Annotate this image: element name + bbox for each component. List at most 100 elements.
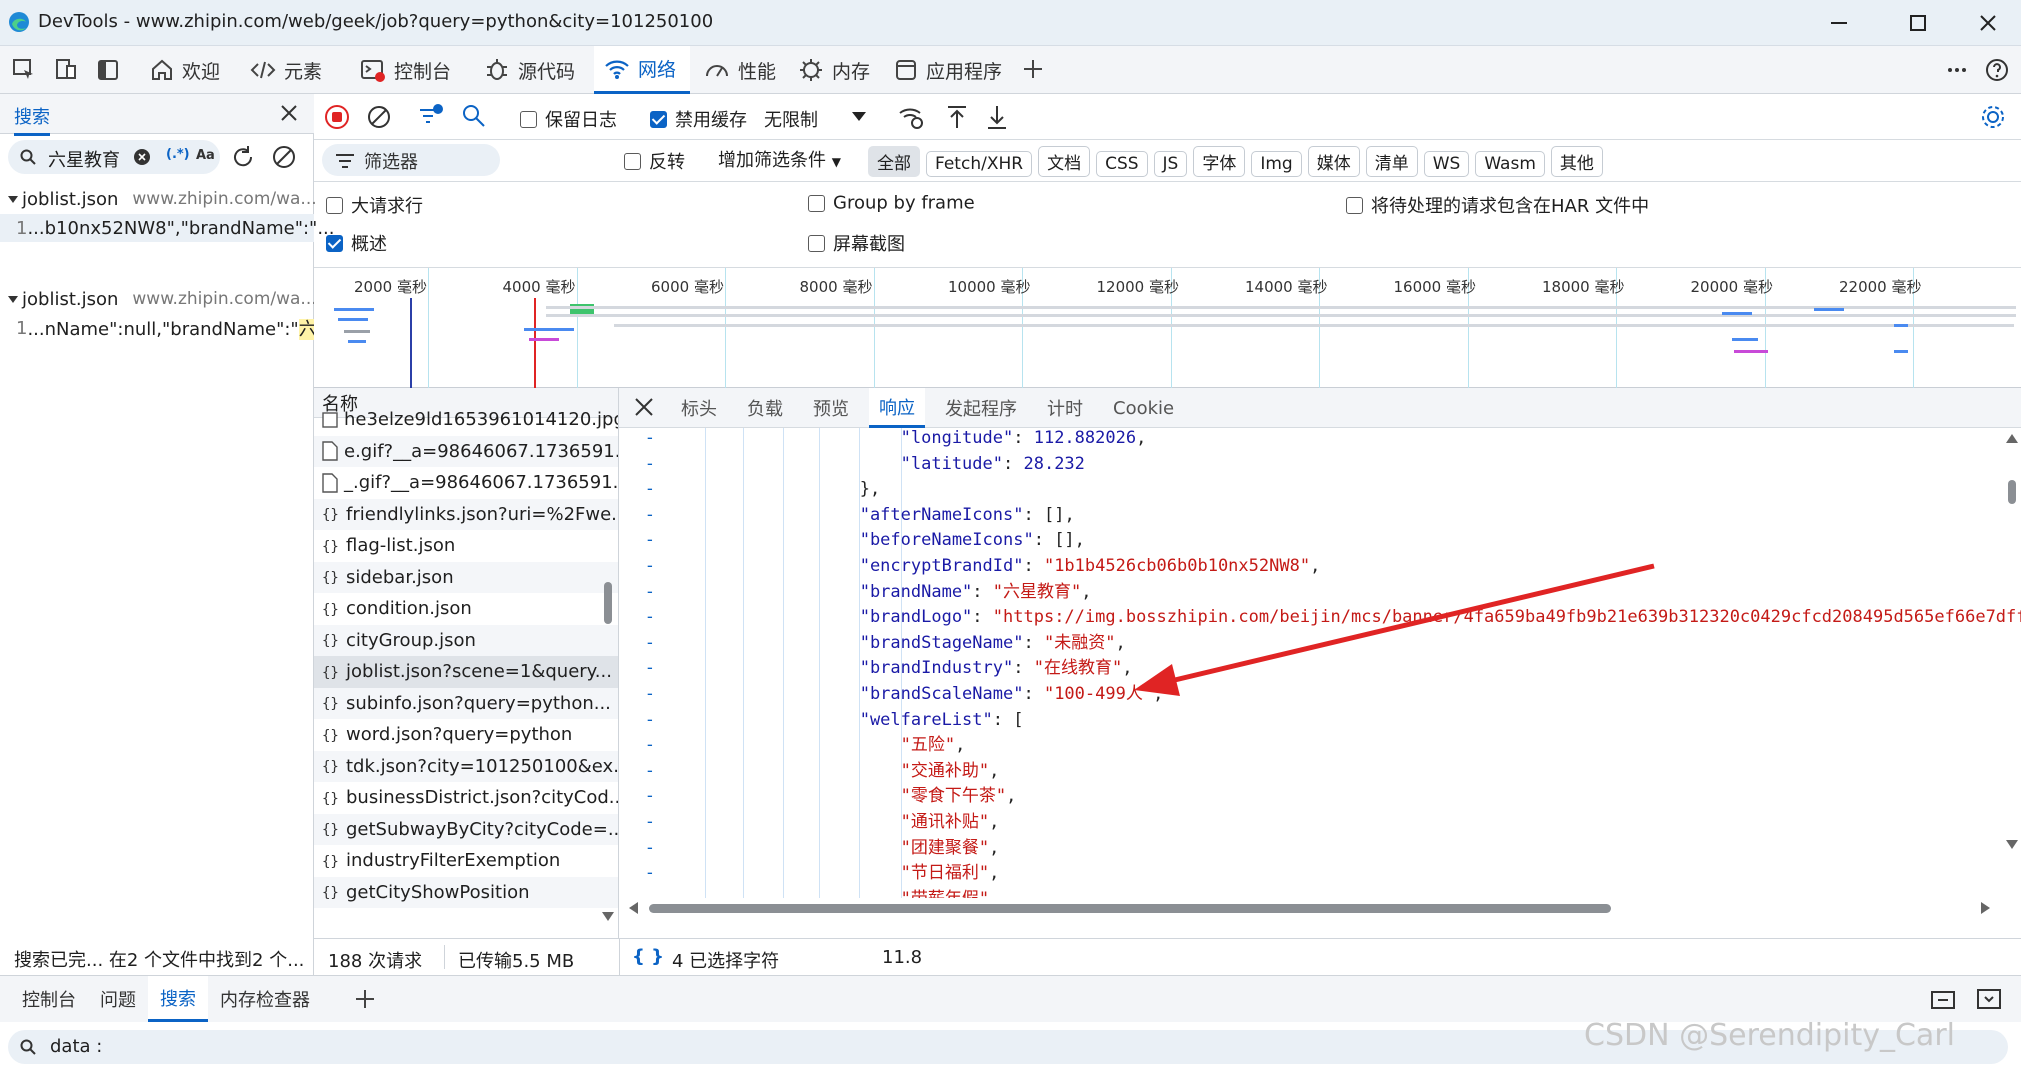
har-pending-checkbox[interactable]: 将待处理的请求包含在HAR 文件中: [1346, 192, 1649, 218]
detail-tab-3[interactable]: 响应: [869, 388, 925, 428]
request-row[interactable]: {} businessDistrict.json?cityCod...: [314, 782, 618, 814]
request-row[interactable]: {} condition.json: [314, 593, 618, 625]
close-window-button[interactable]: [1952, 0, 2021, 46]
tab-sources[interactable]: 源代码: [474, 46, 585, 94]
tab-welcome[interactable]: 欢迎: [140, 46, 230, 94]
search-network-icon[interactable]: [462, 104, 486, 128]
preserve-log-checkbox[interactable]: 保留日志: [520, 106, 617, 132]
filter-type-js[interactable]: JS: [1153, 151, 1188, 177]
tab-console[interactable]: 控制台: [350, 46, 461, 94]
request-row[interactable]: {} getCityShowPosition: [314, 876, 618, 908]
regex-toggle[interactable]: (.*): [166, 147, 190, 162]
big-request-rows-checkbox[interactable]: 大请求行: [326, 192, 423, 218]
tab-performance[interactable]: 性能: [694, 46, 786, 94]
pretty-print-button[interactable]: { }: [632, 946, 664, 967]
response-horizontal-scrollbar[interactable]: [629, 900, 1999, 916]
filter-type-fetch-xhr[interactable]: Fetch/XHR: [926, 151, 1033, 177]
clear-results-icon[interactable]: [271, 144, 297, 170]
request-row[interactable]: {} flag-list.json: [314, 530, 618, 562]
filter-input[interactable]: 筛选器: [322, 144, 500, 176]
request-row[interactable]: {} getSubwayByCity?cityCode=...: [314, 813, 618, 845]
overview-checkbox[interactable]: 概述: [326, 230, 387, 256]
filter-type--[interactable]: 其他: [1550, 146, 1603, 177]
filter-type--[interactable]: 全部: [868, 146, 920, 177]
record-stop-icon[interactable]: [324, 104, 350, 130]
maximize-button[interactable]: [1882, 0, 1954, 46]
help-icon[interactable]: [1985, 58, 2009, 82]
tab-elements[interactable]: 元素: [240, 46, 332, 94]
detail-tab-6[interactable]: Cookie: [1103, 388, 1184, 428]
undock-drawer-icon[interactable]: [1930, 988, 1956, 1010]
dock-side-icon[interactable]: [96, 58, 120, 82]
filter-type-img[interactable]: Img: [1251, 151, 1302, 177]
scroll-down-arrow-icon[interactable]: [602, 912, 614, 922]
clear-log-icon[interactable]: [366, 104, 392, 130]
drawer-tab[interactable]: 控制台: [10, 976, 88, 1022]
refresh-search-icon[interactable]: [230, 144, 256, 170]
network-settings-gear-icon[interactable]: [1980, 104, 2006, 130]
timeline-overview[interactable]: 2000 毫秒 4000 毫秒 6000 毫秒 8000 毫秒 10000 毫秒 1200…: [314, 268, 2021, 388]
case-sensitive-toggle[interactable]: Aa: [196, 148, 215, 163]
throttling-select[interactable]: 无限制: [764, 106, 818, 132]
tab-network[interactable]: 网络: [594, 46, 690, 94]
request-row[interactable]: {} cityGroup.json: [314, 624, 618, 656]
response-scrollbar[interactable]: [2003, 430, 2021, 860]
request-row[interactable]: {} friendlylinks.json?uri=%2Fwe...: [314, 498, 618, 530]
drawer-tab[interactable]: 问题: [88, 976, 148, 1022]
tab-memory[interactable]: 内存: [788, 46, 880, 94]
group-by-frame-checkbox[interactable]: Group by frame: [808, 192, 975, 214]
add-drawer-tab-plus-icon[interactable]: [354, 988, 376, 1010]
result-match-1[interactable]: 1 ...b10nx52NW8","brandName":"...: [0, 214, 335, 242]
filter-type-wasm[interactable]: Wasm: [1475, 151, 1545, 177]
close-drawer-icon[interactable]: [1976, 988, 2002, 1010]
drawer-tab[interactable]: 搜索: [148, 976, 208, 1022]
filter-type-ws[interactable]: WS: [1423, 151, 1470, 177]
minimize-button[interactable]: [1803, 0, 1875, 46]
more-filters-dropdown[interactable]: 增加筛选条件 ▼: [718, 146, 841, 172]
detail-tab-2[interactable]: 预览: [803, 388, 859, 428]
search-query-input[interactable]: 六星教育: [48, 146, 120, 172]
tab-application[interactable]: 应用程序: [884, 46, 1012, 94]
request-list-scrollbar[interactable]: [599, 418, 617, 930]
request-row[interactable]: {} sidebar.json: [314, 561, 618, 593]
search-panel-tab[interactable]: 搜索: [14, 103, 50, 136]
result-match-2[interactable]: 1 ...nName":null,"brandName":"六...: [0, 314, 334, 342]
inspect-element-icon[interactable]: [12, 58, 36, 82]
filter-type--[interactable]: 字体: [1193, 146, 1246, 177]
chevron-down-icon[interactable]: [852, 112, 866, 122]
request-row[interactable]: {} joblist.json?scene=1&query...: [314, 656, 618, 688]
more-tabs-plus-icon[interactable]: [1022, 58, 1044, 80]
close-search-panel-icon[interactable]: [280, 104, 298, 122]
export-har-icon[interactable]: [986, 104, 1008, 130]
request-row[interactable]: he3elze9ld1653961014120.jpg: [314, 404, 618, 436]
detail-tab-5[interactable]: 计时: [1037, 388, 1093, 428]
request-row[interactable]: _.gif?__a=98646067.1736591...: [314, 467, 618, 499]
device-toolbar-icon[interactable]: [54, 58, 78, 82]
filter-type--[interactable]: 媒体: [1307, 146, 1360, 177]
invert-checkbox[interactable]: 反转: [624, 148, 685, 174]
request-row[interactable]: {} subinfo.json?query=python...: [314, 687, 618, 719]
request-row[interactable]: {} tdk.json?city=101250100&ex...: [314, 750, 618, 782]
import-har-icon[interactable]: [946, 104, 968, 130]
filter-type--[interactable]: 清单: [1365, 146, 1418, 177]
result-file-1[interactable]: joblist.json www.zhipin.com/wa...: [0, 184, 317, 214]
detail-tab-4[interactable]: 发起程序: [935, 388, 1027, 428]
detail-tab-1[interactable]: 负载: [737, 388, 793, 428]
request-row[interactable]: e.gif?__a=98646067.1736591...: [314, 435, 618, 467]
drawer-tab[interactable]: 内存检查器: [208, 976, 322, 1022]
close-detail-icon[interactable]: [635, 398, 653, 416]
filter-type--[interactable]: 文档: [1038, 146, 1091, 177]
disable-cache-checkbox[interactable]: 禁用缓存: [650, 106, 747, 132]
drawer-search-text[interactable]: data :: [50, 1036, 102, 1057]
request-row[interactable]: {} word.json?query=python: [314, 719, 618, 751]
result-file-2[interactable]: joblist.json www.zhipin.com/wa...: [0, 284, 317, 314]
screenshots-checkbox[interactable]: 屏幕截图: [808, 230, 905, 256]
more-options-icon[interactable]: [1945, 58, 1969, 82]
detail-tab-0[interactable]: 标头: [671, 388, 727, 428]
request-row[interactable]: {} industryFilterExemption: [314, 845, 618, 877]
search-query-box[interactable]: 六星教育 (.*) Aa: [8, 140, 220, 174]
network-conditions-icon[interactable]: [898, 104, 926, 130]
filter-type-css[interactable]: CSS: [1096, 151, 1148, 177]
filter-toggle-icon[interactable]: [418, 104, 444, 130]
clear-search-icon[interactable]: [134, 149, 150, 165]
